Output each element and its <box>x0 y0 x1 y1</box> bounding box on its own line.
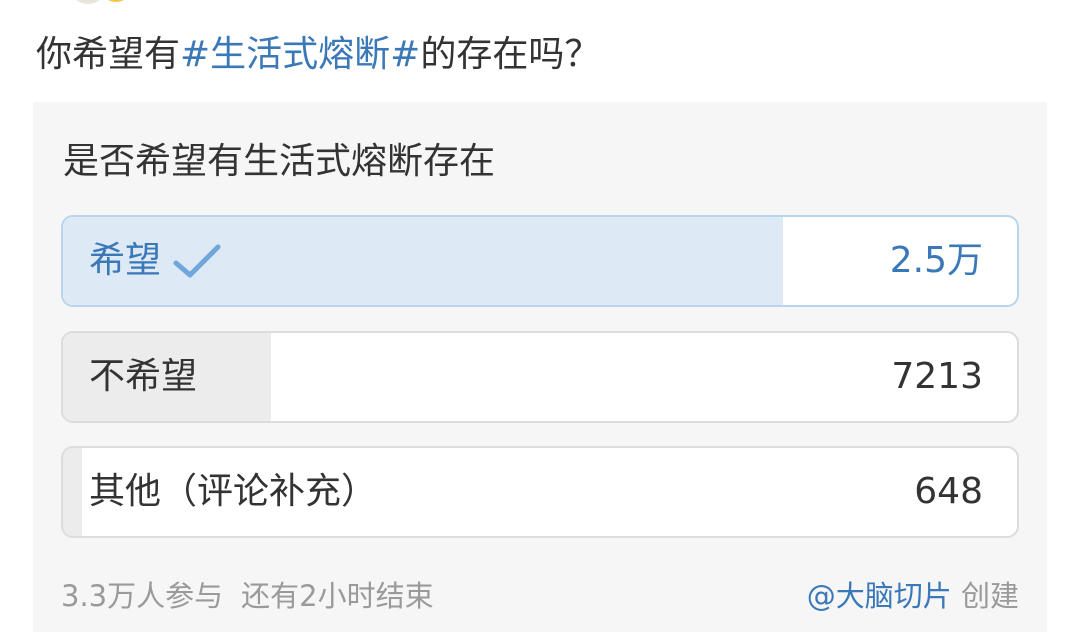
poll-creator: @大脑切片 创建 <box>807 576 1019 616</box>
page: 你希望有#生活式熔断#的存在吗？ 是否希望有生活式熔断存在 希望 2.5万 不希… <box>0 0 1080 632</box>
participants-count: 3.3万人参与 <box>61 579 224 613</box>
poll-option-count: 2.5万 <box>889 240 983 281</box>
time-remaining: 还有2小时结束 <box>241 579 434 613</box>
poll-option-other[interactable]: 其他（评论补充） 648 <box>61 446 1019 538</box>
post-text: 你希望有#生活式熔断#的存在吗？ <box>36 30 600 80</box>
poll-option-label: 希望 <box>89 240 162 281</box>
poll-title: 是否希望有生活式熔断存在 <box>63 141 496 182</box>
poll-card: 是否希望有生活式熔断存在 希望 2.5万 不希望 7213 其他（评论补充） 6… <box>33 102 1047 632</box>
post-text-before: 你希望有 <box>36 34 181 75</box>
poll-option-label: 其他（评论补充） <box>89 471 378 512</box>
poll-option-not-hope[interactable]: 不希望 7213 <box>61 331 1019 423</box>
poll-option-label: 不希望 <box>89 356 198 397</box>
creator-suffix: 创建 <box>960 579 1019 613</box>
poll-option-fill <box>63 448 83 536</box>
poll-option-count: 648 <box>914 471 983 512</box>
poll-option-hope[interactable]: 希望 2.5万 <box>61 215 1019 307</box>
post-text-after: 的存在吗？ <box>420 34 601 75</box>
creator-link[interactable]: @大脑切片 <box>807 579 952 613</box>
poll-footer-stats: 3.3万人参与 还有2小时结束 <box>61 576 434 616</box>
check-icon <box>173 244 221 278</box>
poll-option-count: 7213 <box>891 356 983 397</box>
avatar[interactable] <box>70 0 140 4</box>
topic-link[interactable]: #生活式熔断# <box>180 34 420 75</box>
